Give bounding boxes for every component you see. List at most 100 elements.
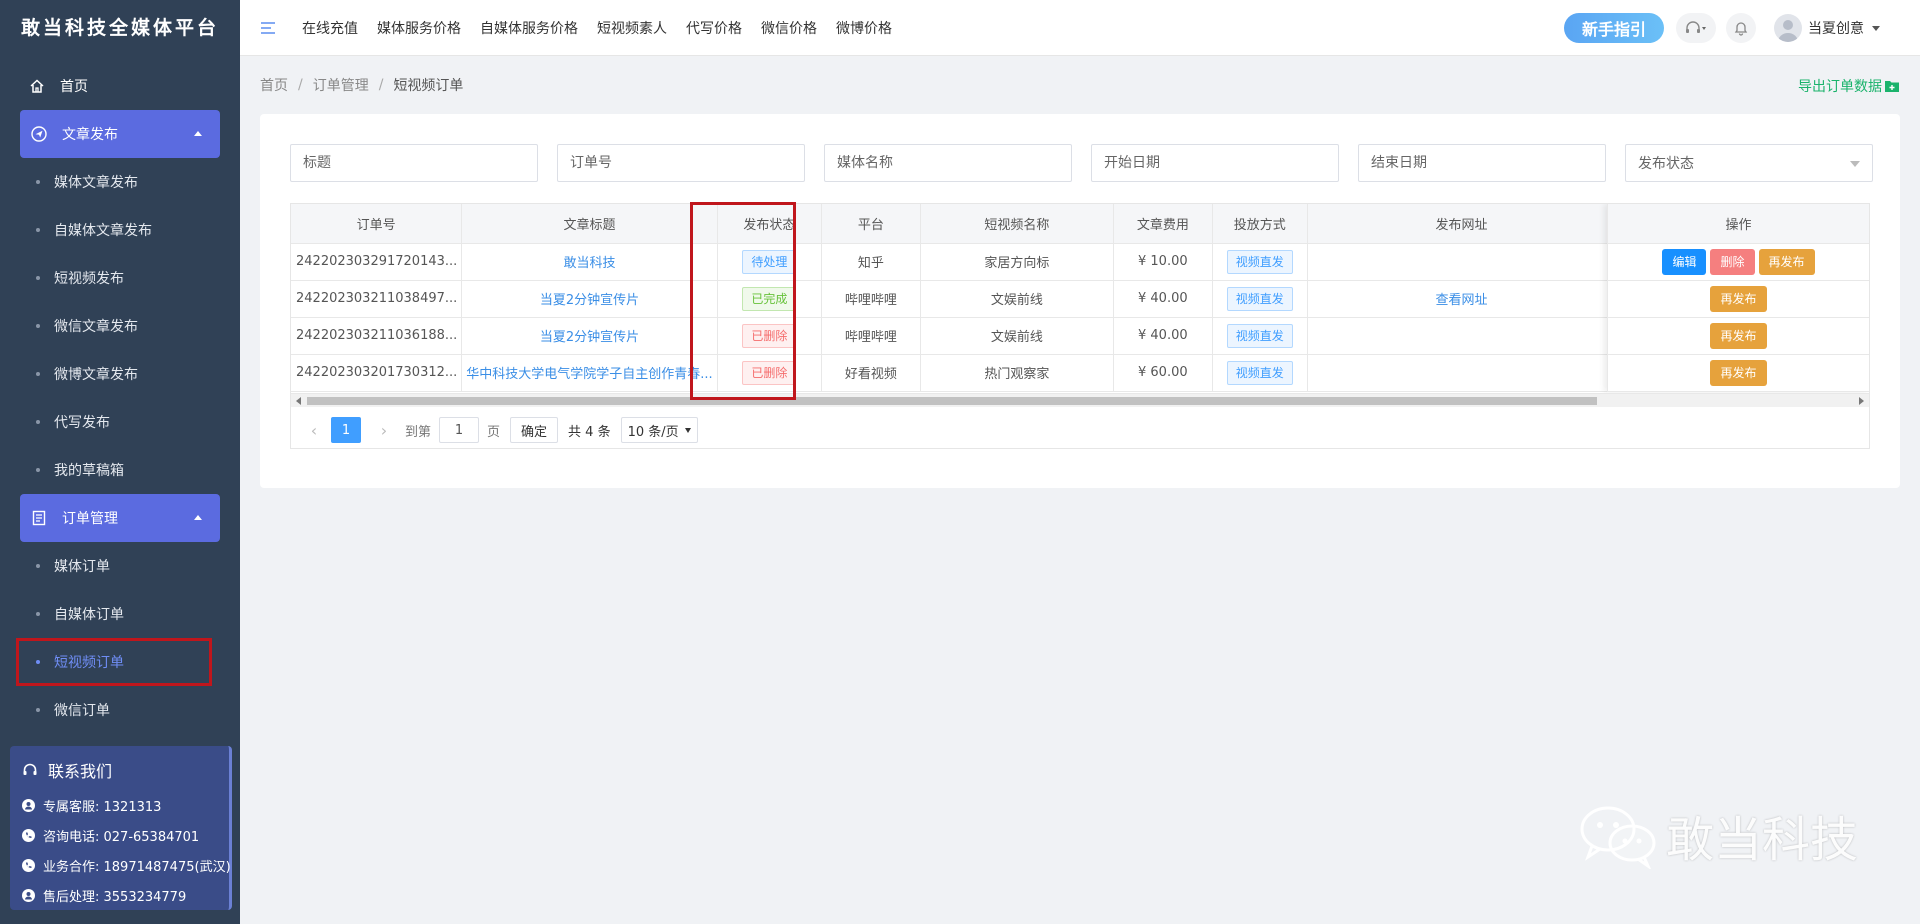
delete-button[interactable]: 删除 [1710, 249, 1755, 275]
order-no-cell: 242202303211036188... [291, 317, 463, 355]
method-badge: 视频直发 [1226, 286, 1293, 311]
contact-row-service: 专属客服: 1321313 [22, 790, 229, 820]
republish-button[interactable]: 再发布 [1710, 360, 1767, 386]
nav-self-media-price[interactable]: 自媒体服务价格 [480, 18, 578, 38]
bell-icon[interactable] [1726, 13, 1756, 43]
menu-toggle-icon[interactable] [260, 20, 276, 36]
beginner-guide-button[interactable]: 新手指引 [1564, 13, 1664, 43]
fee-cell: ¥ 60.00 [1113, 354, 1213, 392]
col-header-fee: 文章费用 [1113, 204, 1213, 244]
operations-column: 操作 编辑 删除 再发布 再发布 再发布 再发布 [1607, 204, 1869, 392]
title-link[interactable]: 华中科技大学电气学院学子自主创作青春... [466, 367, 712, 382]
media-name-filter-input[interactable] [824, 144, 1072, 182]
nav-media-price[interactable]: 媒体服务价格 [377, 18, 461, 38]
order-no-cell: 242202303291720143... [291, 243, 463, 281]
video-name-cell: 文娱前线 [920, 317, 1115, 355]
status-badge: 已删除 [742, 323, 797, 348]
breadcrumb-orders[interactable]: 订单管理 [313, 75, 369, 95]
title-filter-input[interactable] [290, 144, 538, 182]
chevron-down-icon [1872, 25, 1880, 31]
scroll-right-arrow-icon[interactable] [1859, 397, 1864, 405]
url-cell [1307, 243, 1617, 281]
ops-row: 编辑 删除 再发布 [1608, 244, 1869, 281]
nav-ghostwrite-price[interactable]: 代写价格 [686, 18, 742, 38]
user-icon [22, 798, 35, 812]
sidebar-group-article-publish[interactable]: 文章发布 [20, 110, 220, 158]
goto-page-input[interactable] [439, 417, 480, 443]
sidebar-item-short-video-publish[interactable]: 短视频发布 [0, 254, 240, 302]
title-cell: 当夏2分钟宣传片 [461, 317, 718, 355]
breadcrumb: 首页 / 订单管理 / 短视频订单 [260, 75, 463, 95]
status-badge: 待处理 [742, 249, 797, 274]
prev-page-icon[interactable]: ‹ [303, 417, 325, 443]
title-cell: 当夏2分钟宣传片 [461, 280, 718, 318]
republish-button[interactable]: 再发布 [1758, 249, 1815, 275]
status-select[interactable]: 发布状态 [1625, 144, 1873, 182]
page-number-current[interactable]: 1 [331, 417, 361, 443]
end-date-input[interactable] [1358, 144, 1606, 182]
edit-button[interactable]: 编辑 [1662, 249, 1707, 275]
top-header: 在线充值 媒体服务价格 自媒体服务价格 短视频素人 代写价格 微信价格 微博价格… [240, 0, 1920, 56]
col-header-video-name: 短视频名称 [920, 204, 1115, 244]
scroll-left-arrow-icon[interactable] [296, 397, 301, 405]
nav-wechat-price[interactable]: 微信价格 [761, 18, 817, 38]
sidebar-item-self-media-orders[interactable]: 自媒体订单 [0, 590, 240, 638]
sidebar-item-short-video-orders[interactable]: 短视频订单 [16, 638, 212, 686]
contact-row-aftersales: 售后处理: 3553234779 [22, 880, 229, 910]
breadcrumb-home[interactable]: 首页 [260, 75, 288, 95]
method-badge: 视频直发 [1226, 360, 1293, 385]
nav-short-video-kol[interactable]: 短视频素人 [597, 18, 667, 38]
contact-title-text: 联系我们 [48, 762, 113, 781]
contact-row-business: 业务合作: 18971487475(武汉) [22, 850, 231, 880]
sidebar-item-wechat-article-publish[interactable]: 微信文章发布 [0, 302, 240, 350]
ops-row: 再发布 [1608, 318, 1869, 355]
title-link[interactable]: 当夏2分钟宣传片 [540, 330, 639, 345]
customer-service-button[interactable] [1676, 13, 1716, 43]
col-header-operations: 操作 [1608, 204, 1869, 244]
sidebar-item-weibo-article-publish[interactable]: 微博文章发布 [0, 350, 240, 398]
contact-row-text: 专属客服: 1321313 [43, 799, 162, 815]
sidebar-item-media-article-publish[interactable]: 媒体文章发布 [0, 158, 240, 206]
user-menu[interactable]: 当夏创意 [1774, 14, 1880, 42]
goto-confirm-button[interactable]: 确定 [510, 417, 559, 443]
platform-cell: 好看视频 [821, 354, 921, 392]
ops-row: 再发布 [1608, 355, 1869, 392]
scrollbar-thumb[interactable] [307, 397, 1597, 405]
view-url-link[interactable]: 查看网址 [1436, 293, 1488, 308]
sidebar-item-ghostwrite-publish[interactable]: 代写发布 [0, 398, 240, 446]
status-badge: 已完成 [742, 286, 797, 311]
sidebar-group-order-management[interactable]: 订单管理 [20, 494, 220, 542]
nav-recharge[interactable]: 在线充值 [302, 18, 358, 38]
chevron-down-icon [684, 427, 691, 433]
nav-weibo-price[interactable]: 微博价格 [836, 18, 892, 38]
sidebar: 敢当科技全媒体平台 首页 文章发布 媒体文章发布 自媒体文章发布 短视频发布 微… [0, 0, 240, 924]
col-header-url: 发布网址 [1307, 204, 1617, 244]
watermark-text: 敢当科技 [1666, 812, 1859, 868]
method-cell: 视频直发 [1212, 354, 1308, 392]
sidebar-item-media-orders[interactable]: 媒体订单 [0, 542, 240, 590]
page-size-select[interactable]: 10 条/页 [620, 417, 698, 443]
page-size-value: 10 条/页 [627, 424, 679, 440]
horizontal-scrollbar[interactable] [291, 393, 1869, 407]
breadcrumb-separator: / [378, 77, 384, 93]
goto-label: 到第 [405, 424, 432, 440]
order-no-cell: 242202303211038497... [291, 280, 463, 318]
republish-button[interactable]: 再发布 [1710, 323, 1767, 349]
sidebar-item-home[interactable]: 首页 [0, 62, 240, 110]
headset-icon [22, 762, 38, 778]
sidebar-group-label: 文章发布 [62, 127, 118, 143]
republish-button[interactable]: 再发布 [1710, 286, 1767, 312]
pagination: ‹ 1 › 到第 页 确定 共 4 条 10 条/页 [303, 417, 698, 443]
export-orders-link[interactable]: 导出订单数据 [1798, 76, 1900, 96]
user-icon [22, 888, 35, 902]
title-link[interactable]: 当夏2分钟宣传片 [540, 293, 639, 308]
sidebar-item-drafts[interactable]: 我的草稿箱 [0, 446, 240, 494]
sidebar-item-self-media-article-publish[interactable]: 自媒体文章发布 [0, 206, 240, 254]
title-link[interactable]: 敢当科技 [563, 256, 615, 271]
order-no-filter-input[interactable] [557, 144, 805, 182]
orders-table: 订单号 文章标题 发布状态 平台 短视频名称 文章费用 投放方式 发布网址 24… [290, 203, 1870, 449]
status-cell: 已删除 [717, 317, 823, 355]
next-page-icon[interactable]: › [373, 417, 395, 443]
sidebar-item-wechat-orders[interactable]: 微信订单 [0, 686, 240, 734]
start-date-input[interactable] [1091, 144, 1339, 182]
